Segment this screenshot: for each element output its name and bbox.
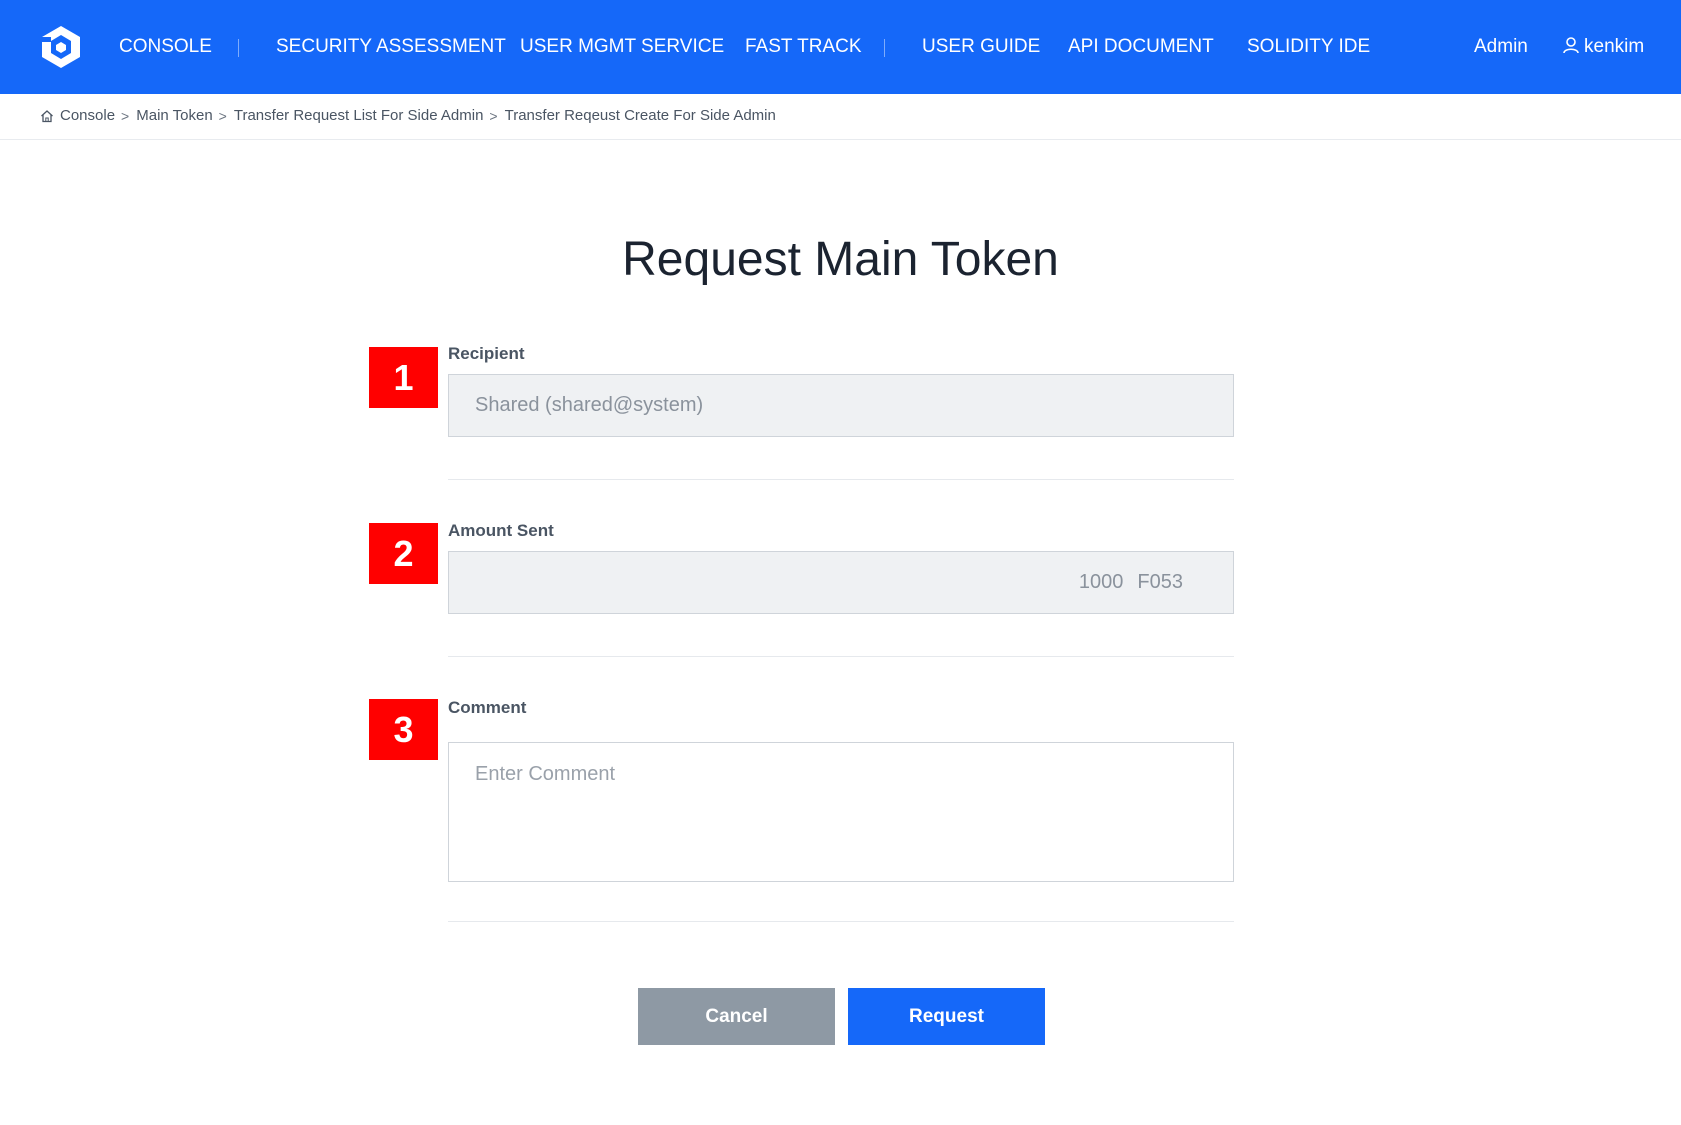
- nav-user-guide[interactable]: USER GUIDE: [922, 0, 1040, 94]
- amount-value: 1000: [1078, 571, 1124, 593]
- top-navigation-bar: CONSOLE SECURITY ASSESSMENT USER MGMT SE…: [0, 0, 1681, 94]
- home-icon[interactable]: [40, 109, 54, 123]
- nav-divider: [238, 39, 239, 57]
- nav-admin[interactable]: Admin: [1474, 0, 1528, 94]
- recipient-label: Recipient: [448, 344, 525, 363]
- breadcrumb-transfer-request-list[interactable]: Transfer Request List For Side Admin: [234, 107, 484, 124]
- nav-divider: [884, 39, 885, 57]
- cancel-button[interactable]: Cancel: [638, 988, 835, 1045]
- recipient-field: Shared (shared@system): [448, 374, 1234, 437]
- username: kenkim: [1584, 36, 1645, 57]
- chevron-right-icon: >: [218, 107, 227, 124]
- nav-api-document[interactable]: API DOCUMENT: [1068, 0, 1214, 94]
- page-title: Request Main Token: [622, 233, 1059, 286]
- comment-label: Comment: [448, 698, 527, 717]
- nav-user-mgmt-service[interactable]: USER MGMT SERVICE: [520, 0, 724, 94]
- user-menu[interactable]: kenkim: [1562, 0, 1644, 94]
- chevron-right-icon: >: [489, 107, 498, 124]
- step-badge-3: 3: [369, 699, 438, 760]
- nav-security-assessment[interactable]: SECURITY ASSESSMENT: [276, 0, 506, 94]
- divider: [448, 479, 1234, 480]
- breadcrumb-main-token[interactable]: Main Token: [136, 107, 212, 124]
- logo-icon[interactable]: [38, 24, 84, 70]
- amount-unit: F053: [1137, 571, 1183, 593]
- request-button[interactable]: Request: [848, 988, 1045, 1045]
- nav-console[interactable]: CONSOLE: [119, 0, 212, 94]
- comment-input[interactable]: [448, 742, 1234, 882]
- nav-fast-track[interactable]: FAST TRACK: [745, 0, 862, 94]
- divider: [448, 921, 1234, 922]
- nav-solidity-ide[interactable]: SOLIDITY IDE: [1247, 0, 1370, 94]
- recipient-value: Shared (shared@system): [475, 394, 704, 416]
- amount-label: Amount Sent: [448, 521, 554, 540]
- divider: [448, 656, 1234, 657]
- step-badge-2: 2: [369, 523, 438, 584]
- chevron-right-icon: >: [121, 107, 130, 124]
- breadcrumb-console[interactable]: Console: [60, 107, 115, 124]
- breadcrumb-transfer-request-create: Transfer Reqeust Create For Side Admin: [504, 107, 776, 124]
- step-badge-1: 1: [369, 347, 438, 408]
- breadcrumb: Console > Main Token > Transfer Request …: [0, 94, 1681, 140]
- user-icon: [1563, 37, 1579, 54]
- amount-field: 1000 F053: [448, 551, 1234, 614]
